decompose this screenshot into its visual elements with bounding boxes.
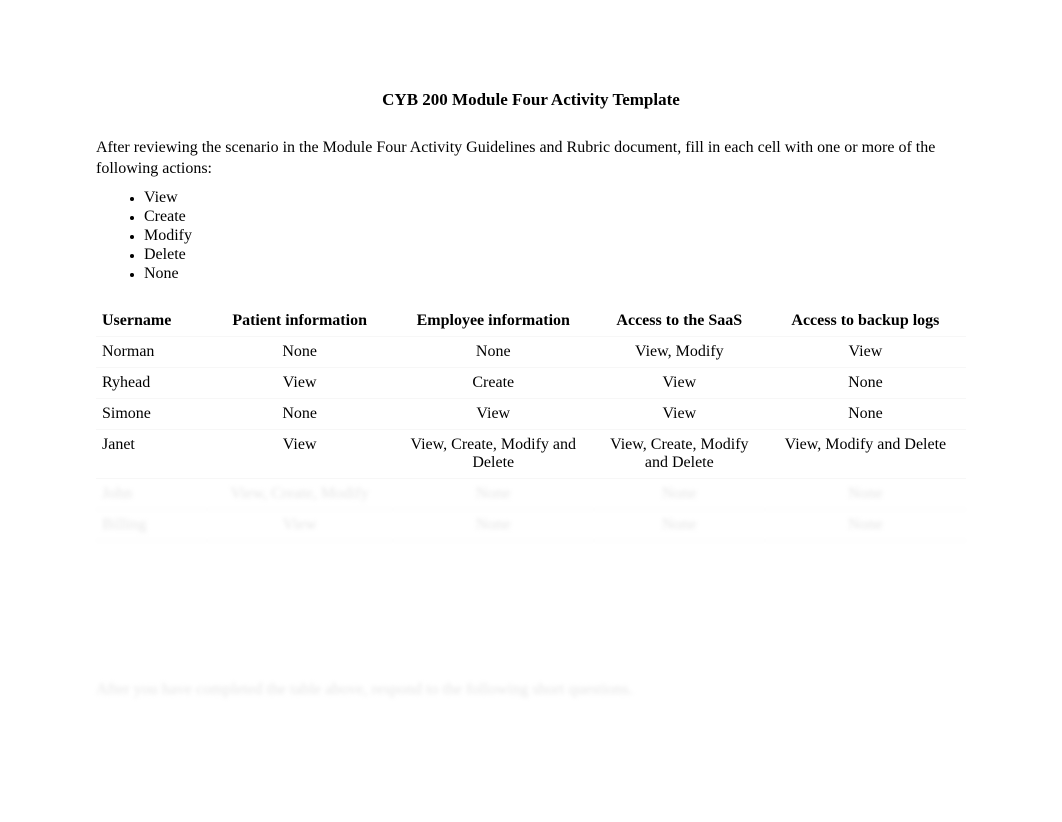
table-row: Simone None View View None: [96, 399, 966, 430]
table-header-row: Username Patient information Employee in…: [96, 306, 966, 337]
column-header-backup: Access to backup logs: [765, 306, 966, 337]
permissions-table: Username Patient information Employee in…: [96, 306, 966, 541]
cell-username: Simone: [96, 399, 207, 430]
intro-paragraph: After reviewing the scenario in the Modu…: [96, 138, 966, 180]
cell-backup: View: [765, 337, 966, 368]
cell-saas: View: [594, 399, 765, 430]
cell-patient: View, Create, Modify: [207, 479, 393, 510]
table-row: Ryhead View Create View None: [96, 368, 966, 399]
cell-patient: None: [207, 399, 393, 430]
cell-backup: None: [765, 510, 966, 541]
cell-saas: View, Modify: [594, 337, 765, 368]
cell-username: Janet: [96, 430, 207, 479]
cell-employee: None: [393, 479, 594, 510]
cell-saas: None: [594, 510, 765, 541]
cell-username: Billing: [96, 510, 207, 541]
cell-saas: View: [594, 368, 765, 399]
list-item: Modify: [144, 226, 966, 245]
column-header-employee: Employee information: [393, 306, 594, 337]
cell-employee: View, Create, Modify and Delete: [393, 430, 594, 479]
cell-backup: View, Modify and Delete: [765, 430, 966, 479]
cell-patient: None: [207, 337, 393, 368]
column-header-username: Username: [96, 306, 207, 337]
cell-username: Ryhead: [96, 368, 207, 399]
cell-patient: View: [207, 368, 393, 399]
list-item: Create: [144, 207, 966, 226]
after-note-blurred: After you have completed the table above…: [96, 681, 966, 699]
cell-patient: View: [207, 430, 393, 479]
cell-employee: None: [393, 510, 594, 541]
column-header-saas: Access to the SaaS: [594, 306, 765, 337]
cell-backup: None: [765, 368, 966, 399]
cell-username: Norman: [96, 337, 207, 368]
cell-backup: None: [765, 399, 966, 430]
table-row: Norman None None View, Modify View: [96, 337, 966, 368]
cell-patient: View: [207, 510, 393, 541]
table-row-blurred: John View, Create, Modify None None None: [96, 479, 966, 510]
cell-backup: None: [765, 479, 966, 510]
list-item: Delete: [144, 245, 966, 264]
list-item: View: [144, 188, 966, 207]
cell-employee: Create: [393, 368, 594, 399]
list-item: None: [144, 264, 966, 283]
column-header-patient: Patient information: [207, 306, 393, 337]
cell-username: John: [96, 479, 207, 510]
cell-saas: None: [594, 479, 765, 510]
cell-saas: View, Create, Modify and Delete: [594, 430, 765, 479]
cell-employee: View: [393, 399, 594, 430]
cell-employee: None: [393, 337, 594, 368]
table-row-blurred: Billing View None None None: [96, 510, 966, 541]
table-row: Janet View View, Create, Modify and Dele…: [96, 430, 966, 479]
action-list: View Create Modify Delete None: [96, 188, 966, 284]
page-title: CYB 200 Module Four Activity Template: [96, 90, 966, 110]
